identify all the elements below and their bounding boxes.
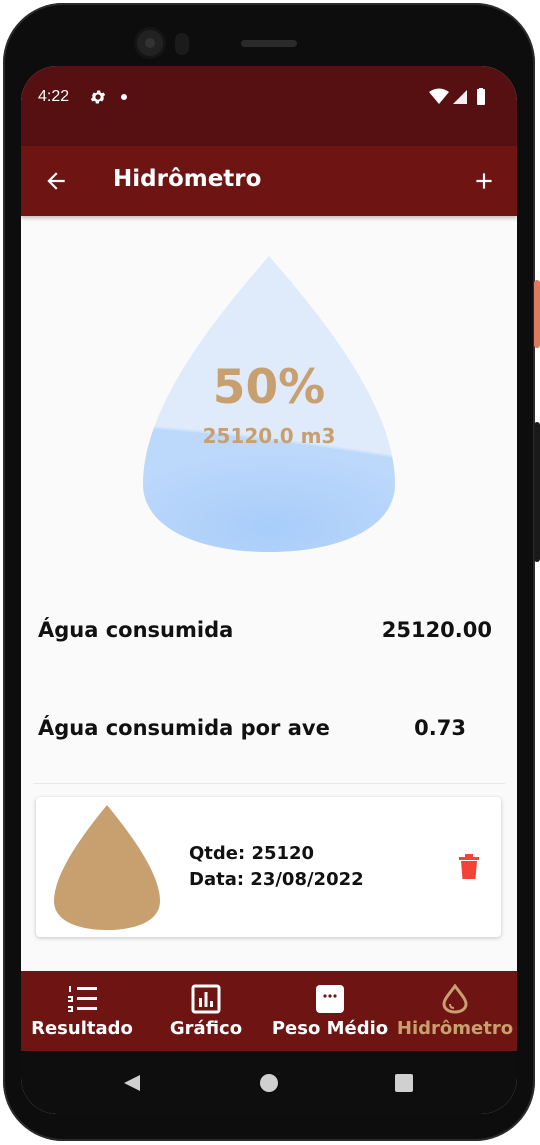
stat-row-water-per-bird: Água consumida por ave 0.73 bbox=[38, 708, 492, 748]
numbered-list-icon bbox=[68, 986, 97, 1012]
nav-item-resultado[interactable]: Resultado bbox=[23, 971, 141, 1051]
screen: 4:22 Hidrômetro 50% 25120.0 m3 Água cons… bbox=[21, 66, 517, 1114]
stat-value: 0.73 bbox=[414, 716, 466, 740]
stat-row-water-consumed: Água consumida 25120.00 bbox=[38, 610, 492, 650]
status-icons bbox=[429, 88, 485, 105]
trash-icon[interactable] bbox=[457, 852, 481, 880]
chat-bubble-icon bbox=[316, 985, 344, 1013]
record-card[interactable]: Qtde: 25120 Data: 23/08/2022 bbox=[36, 797, 501, 937]
water-drop-icon bbox=[442, 984, 468, 1014]
battery-icon bbox=[477, 89, 485, 105]
nav-label: Hidrômetro bbox=[396, 1018, 514, 1039]
proximity-sensor bbox=[175, 33, 189, 55]
nav-label: Resultado bbox=[31, 1018, 133, 1039]
device: 4:22 Hidrômetro 50% 25120.0 m3 Água cons… bbox=[0, 0, 540, 1145]
system-home-icon[interactable] bbox=[259, 1073, 279, 1093]
bottom-navigation: Resultado Gráfico Peso Médio Hidrômetro bbox=[21, 971, 517, 1051]
water-level-drop: 50% 25120.0 m3 bbox=[21, 216, 517, 561]
fill-volume: 25120.0 m3 bbox=[202, 424, 336, 448]
page-title: Hidrômetro bbox=[113, 166, 262, 192]
water-drop-icon bbox=[54, 805, 160, 930]
front-camera bbox=[137, 30, 163, 56]
record-date: Data: 23/08/2022 bbox=[189, 869, 364, 890]
nav-item-hidrometro[interactable]: Hidrômetro bbox=[394, 971, 516, 1051]
stat-label: Água consumida bbox=[38, 618, 234, 642]
nav-label: Gráfico bbox=[169, 1018, 243, 1039]
system-back-icon[interactable] bbox=[122, 1073, 142, 1093]
notification-dot-icon bbox=[121, 94, 127, 100]
record-details: Qtde: 25120 Data: 23/08/2022 bbox=[189, 841, 364, 893]
nav-label: Peso Médio bbox=[271, 1018, 389, 1039]
stat-value: 25120.00 bbox=[381, 618, 492, 642]
divider bbox=[33, 783, 505, 784]
stat-label: Água consumida por ave bbox=[38, 716, 330, 740]
system-navigation-bar bbox=[21, 1051, 517, 1114]
fill-percentage: 50% bbox=[212, 360, 326, 415]
earpiece-speaker bbox=[241, 40, 297, 47]
back-arrow-icon[interactable] bbox=[43, 168, 69, 194]
record-quantity: Qtde: 25120 bbox=[189, 843, 315, 864]
add-icon[interactable] bbox=[471, 168, 497, 194]
nav-item-grafico[interactable]: Gráfico bbox=[146, 971, 266, 1051]
status-time: 4:22 bbox=[38, 88, 70, 105]
volume-button bbox=[534, 422, 540, 562]
wifi-icon bbox=[429, 88, 449, 104]
power-button bbox=[534, 280, 540, 348]
bar-chart-icon bbox=[191, 984, 221, 1014]
app-bar: Hidrômetro bbox=[21, 146, 517, 216]
status-bar: 4:22 bbox=[21, 66, 517, 146]
settings-gear-icon bbox=[90, 90, 106, 104]
system-recents-icon[interactable] bbox=[395, 1074, 413, 1092]
nav-item-peso-medio[interactable]: Peso Médio bbox=[271, 971, 389, 1051]
